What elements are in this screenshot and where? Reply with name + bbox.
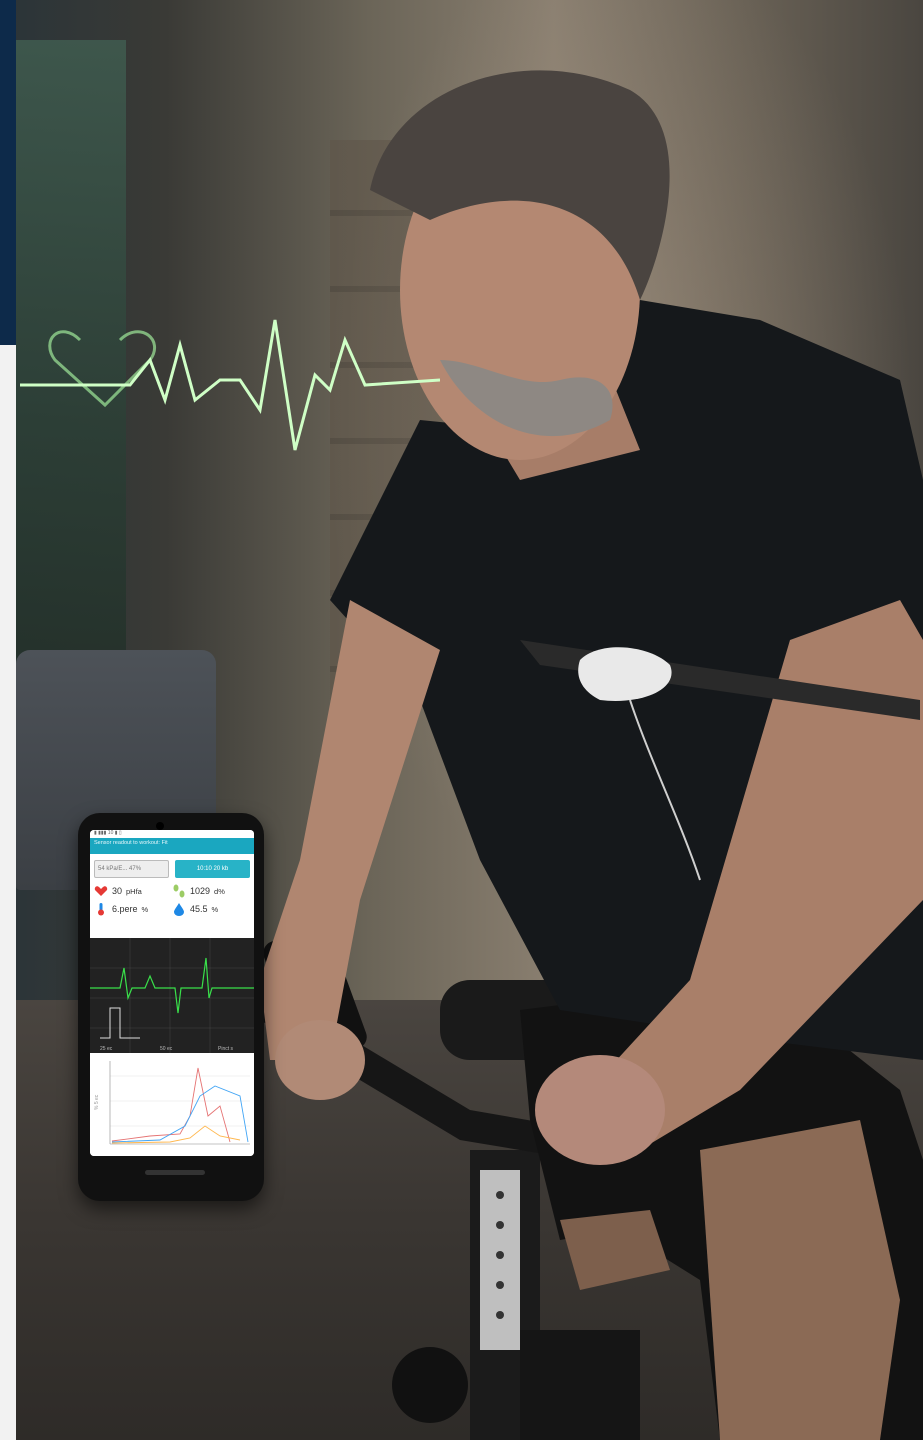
action-button[interactable]: 10:10 20 kb bbox=[175, 860, 250, 878]
status-bar: ▮ ▮▮▮ 10 ▮ ▯ bbox=[90, 830, 254, 838]
ecg-trace: 25 ec 50 ec Pinct s bbox=[90, 938, 254, 1053]
ecg-x-mid-label: 50 ec bbox=[160, 1046, 173, 1052]
reading-field[interactable]: 54 kPa/E... 47% bbox=[94, 860, 169, 878]
phone-screen: ▮ ▮▮▮ 10 ▮ ▯ Sensor readout to workout: … bbox=[90, 830, 254, 1156]
metric-hydration: 45.5% bbox=[172, 902, 250, 916]
ecg-x-left-label: 25 ec bbox=[100, 1046, 113, 1052]
phone-home-indicator bbox=[145, 1170, 205, 1175]
trend-chart: % 5 ec bbox=[90, 1056, 254, 1156]
trend-chart-plot: % 5 ec bbox=[94, 1061, 250, 1145]
photo-scene: ▮ ▮▮▮ 10 ▮ ▯ Sensor readout to workout: … bbox=[0, 0, 923, 1440]
app-bar-title: Sensor readout to workout: Fit bbox=[90, 838, 254, 854]
ecg-chart: 25 ec 50 ec Pinct s bbox=[90, 938, 254, 1053]
heartbeat-glow-icon bbox=[20, 319, 440, 451]
trend-y-label: % 5 ec bbox=[94, 1094, 100, 1110]
heart-rate-unit: pHfa bbox=[126, 886, 142, 896]
ecg-x-right-label: Pinct s bbox=[218, 1046, 234, 1052]
thermometer-icon bbox=[98, 903, 104, 916]
steps-value: 1029 bbox=[190, 886, 211, 896]
metric-steps: 1029 d% bbox=[172, 884, 250, 898]
temperature-unit: % bbox=[141, 904, 149, 914]
footprints-icon bbox=[173, 884, 185, 898]
hydration-unit: % bbox=[211, 904, 219, 914]
water-drop-icon bbox=[174, 903, 184, 916]
metric-temperature: 6.pere% bbox=[94, 902, 172, 916]
hydration-value: 45.5 bbox=[190, 904, 208, 914]
phone-camera-notch bbox=[156, 822, 164, 830]
temperature-value: 6.pere bbox=[112, 904, 138, 914]
heart-icon bbox=[94, 886, 108, 896]
steps-unit: d% bbox=[214, 886, 225, 896]
heart-rate-value: 30 bbox=[112, 886, 123, 896]
metric-heart-rate: 30 pHfa bbox=[94, 884, 172, 898]
man-on-exercise-bike bbox=[260, 70, 923, 1440]
